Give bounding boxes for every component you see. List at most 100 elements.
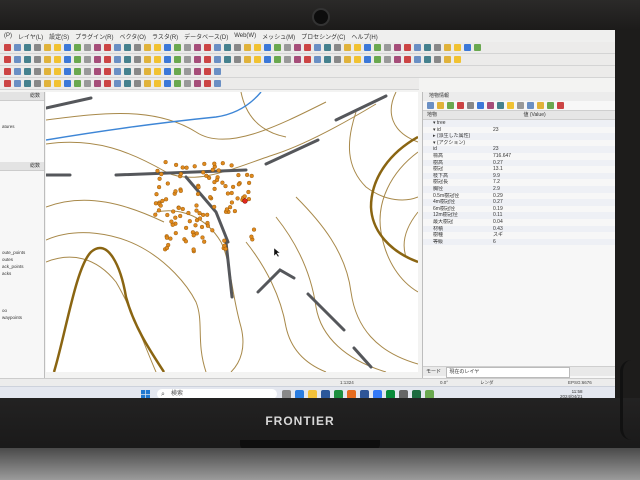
menu-item[interactable]: ベクタ(O)	[120, 32, 146, 41]
toolbar-tool-icon[interactable]	[374, 44, 381, 51]
result-row[interactable]: ▾ id 23	[423, 127, 615, 134]
toolbar-tool-icon[interactable]	[204, 56, 211, 63]
menu-item[interactable]: メッシュ(M)	[262, 32, 295, 41]
toolbar-tool-icon[interactable]	[14, 68, 21, 75]
result-row[interactable]: 樹種 スギ	[423, 232, 615, 239]
toolbar-tool-icon[interactable]	[154, 56, 161, 63]
toolbar-tool-icon[interactable]	[344, 56, 351, 63]
toolbar-tool-icon[interactable]	[134, 80, 141, 87]
toolbar-tool-icon[interactable]	[74, 56, 81, 63]
toolbar-tool-icon[interactable]	[94, 44, 101, 51]
toolbar-tool-icon[interactable]	[214, 68, 221, 75]
toolbar-tool-icon[interactable]	[144, 44, 151, 51]
toolbar-tool-icon[interactable]	[224, 56, 231, 63]
toolbar-tool-icon[interactable]	[4, 80, 11, 87]
toolbar-tool-icon[interactable]	[364, 56, 371, 63]
toolbar-tool-icon[interactable]	[64, 56, 71, 63]
toolbar-tool-icon[interactable]	[384, 44, 391, 51]
toolbar-tool-icon[interactable]	[54, 68, 61, 75]
toolbar-tool-icon[interactable]	[474, 44, 481, 51]
toolbar-tool-icon[interactable]	[204, 68, 211, 75]
menu-item[interactable]: データベース(D)	[184, 32, 228, 41]
toolbar-tool-icon[interactable]	[354, 56, 361, 63]
identify-tool-icon[interactable]	[457, 102, 464, 109]
toolbar-tool-icon[interactable]	[84, 56, 91, 63]
toolbar-tool-icon[interactable]	[54, 56, 61, 63]
result-row[interactable]: 最大樹冠 0.04	[423, 219, 615, 226]
identify-tool-icon[interactable]	[427, 102, 434, 109]
identify-tool-icon[interactable]	[497, 102, 504, 109]
toolbar-tool-icon[interactable]	[74, 44, 81, 51]
toolbar-tool-icon[interactable]	[64, 80, 71, 87]
identify-tool-icon[interactable]	[527, 102, 534, 109]
toolbar-tool-icon[interactable]	[304, 56, 311, 63]
result-row[interactable]: id 23	[423, 146, 615, 153]
toolbar-tool-icon[interactable]	[184, 68, 191, 75]
toolbar-tool-icon[interactable]	[414, 44, 421, 51]
toolbar-tool-icon[interactable]	[264, 56, 271, 63]
toolbar-tool-icon[interactable]	[114, 44, 121, 51]
toolbar-tool-icon[interactable]	[354, 44, 361, 51]
identify-tool-icon[interactable]	[547, 102, 554, 109]
result-row[interactable]: 4m樹冠径 0.27	[423, 199, 615, 206]
toolbar-tool-icon[interactable]	[304, 44, 311, 51]
toolbar-tool-icon[interactable]	[114, 80, 121, 87]
toolbar-tool-icon[interactable]	[434, 56, 441, 63]
menu-item[interactable]: 設定(S)	[49, 32, 69, 41]
toolbar-tool-icon[interactable]	[64, 44, 71, 51]
toolbar-tool-icon[interactable]	[234, 56, 241, 63]
toolbar-tool-icon[interactable]	[104, 68, 111, 75]
toolbar-tool-icon[interactable]	[94, 56, 101, 63]
toolbar-tool-icon[interactable]	[134, 68, 141, 75]
toolbar-tool-icon[interactable]	[404, 44, 411, 51]
toolbar-tool-icon[interactable]	[84, 44, 91, 51]
toolbar-tool-icon[interactable]	[154, 80, 161, 87]
toolbar-tool-icon[interactable]	[454, 44, 461, 51]
layer-item[interactable]: outes	[0, 256, 44, 263]
toolbar-tool-icon[interactable]	[84, 80, 91, 87]
mode-selector[interactable]: モード 現在のレイヤ	[423, 366, 615, 378]
toolbar-tool-icon[interactable]	[294, 56, 301, 63]
toolbar-tool-icon[interactable]	[254, 44, 261, 51]
toolbar-tool-icon[interactable]	[234, 44, 241, 51]
toolbar-tool-icon[interactable]	[124, 56, 131, 63]
toolbar-tool-icon[interactable]	[404, 56, 411, 63]
toolbar-tool-icon[interactable]	[34, 56, 41, 63]
layer-item[interactable]: ack_points	[0, 263, 44, 270]
menu-item[interactable]: レイヤ(L)	[18, 32, 43, 41]
toolbar-tool-icon[interactable]	[4, 44, 11, 51]
toolbar-tool-icon[interactable]	[184, 80, 191, 87]
toolbar-tool-icon[interactable]	[174, 44, 181, 51]
toolbar-tool-icon[interactable]	[134, 44, 141, 51]
toolbar-tool-icon[interactable]	[244, 44, 251, 51]
toolbar-tool-icon[interactable]	[74, 80, 81, 87]
toolbar-tool-icon[interactable]	[204, 80, 211, 87]
menu-item[interactable]: プロセシング(C)	[301, 32, 345, 41]
toolbar-tool-icon[interactable]	[154, 44, 161, 51]
layer-item[interactable]: oute_points	[0, 249, 44, 256]
toolbar-tool-icon[interactable]	[314, 56, 321, 63]
map-canvas[interactable]	[44, 91, 419, 373]
result-row[interactable]: 材積 0.43	[423, 225, 615, 233]
toolbar-tool-icon[interactable]	[114, 56, 121, 63]
result-row[interactable]: 6m樹冠径 0.19	[423, 206, 615, 213]
toolbar-tool-icon[interactable]	[284, 44, 291, 51]
toolbar-tool-icon[interactable]	[24, 44, 31, 51]
toolbar-tool-icon[interactable]	[434, 44, 441, 51]
toolbar-tool-icon[interactable]	[54, 80, 61, 87]
toolbar-tool-icon[interactable]	[34, 44, 41, 51]
toolbar-tool-icon[interactable]	[4, 56, 11, 63]
toolbar-tool-icon[interactable]	[424, 56, 431, 63]
toolbar-tool-icon[interactable]	[124, 68, 131, 75]
toolbar-tool-icon[interactable]	[24, 68, 31, 75]
toolbar-tool-icon[interactable]	[174, 80, 181, 87]
toolbar-tool-icon[interactable]	[214, 80, 221, 87]
result-row[interactable]: 等級 6	[423, 238, 615, 246]
result-row[interactable]: 枝下高 9.9	[423, 172, 615, 180]
crs-value[interactable]: EPSG:6676	[568, 380, 592, 385]
toolbar-tool-icon[interactable]	[174, 56, 181, 63]
result-row[interactable]: 樹冠長 7.2	[423, 179, 615, 186]
toolbar-tool-icon[interactable]	[274, 56, 281, 63]
toolbar-tool-icon[interactable]	[194, 68, 201, 75]
identify-tool-icon[interactable]	[517, 102, 524, 109]
